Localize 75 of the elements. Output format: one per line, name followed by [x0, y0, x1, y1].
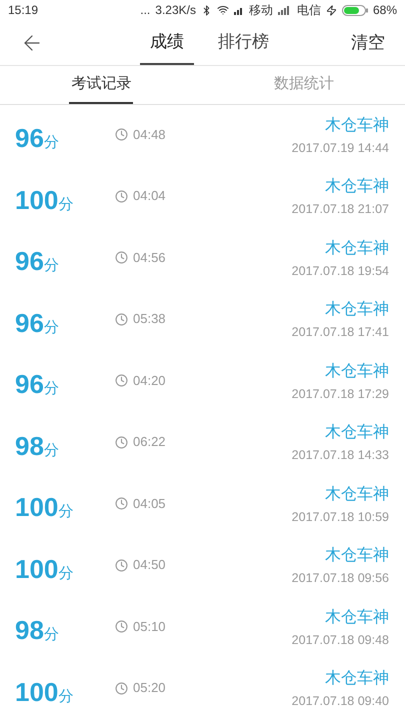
user-name: 木仓车神 — [325, 176, 389, 198]
exam-datetime: 2017.07.18 17:29 — [292, 386, 389, 403]
clock-icon — [115, 436, 128, 449]
clock-icon — [115, 128, 128, 142]
network-speed: 3.23K/s — [155, 2, 196, 20]
clock-icon — [115, 312, 128, 326]
signal-icon — [278, 6, 292, 15]
clock-icon — [115, 682, 128, 695]
clock-icon — [115, 620, 128, 634]
score: 96 — [15, 306, 44, 340]
user-name: 木仓车神 — [325, 668, 389, 690]
battery-percent: 68% — [372, 2, 397, 20]
score: 96 — [15, 122, 44, 156]
duration: 04:04 — [133, 187, 166, 206]
user-name: 木仓车神 — [325, 546, 389, 566]
score-unit: 分 — [58, 502, 74, 522]
duration: 05:38 — [133, 310, 166, 328]
score-unit: 分 — [44, 256, 59, 276]
exam-datetime: 2017.07.18 14:33 — [292, 447, 389, 464]
score-unit: 分 — [44, 318, 59, 338]
score: 96 — [15, 368, 44, 402]
score: 100 — [15, 184, 58, 217]
clock-icon — [115, 497, 128, 510]
score-unit: 分 — [58, 686, 74, 707]
score: 98 — [15, 614, 44, 648]
duration: 04:50 — [133, 556, 166, 574]
user-name: 木仓车神 — [325, 300, 389, 320]
exam-datetime: 2017.07.18 09:48 — [292, 632, 389, 649]
sub-tab[interactable]: 考试记录 — [69, 66, 134, 104]
clock-icon — [115, 374, 128, 388]
score-unit: 分 — [44, 440, 59, 461]
charging-icon — [326, 4, 337, 16]
score: 100 — [15, 552, 58, 586]
bluetooth-icon — [200, 4, 212, 16]
user-name: 木仓车神 — [325, 238, 389, 259]
exam-datetime: 2017.07.18 17:41 — [292, 324, 389, 342]
carrier-name: 移动 — [248, 2, 273, 20]
score: 96 — [15, 245, 44, 278]
user-name: 木仓车神 — [325, 422, 389, 444]
clock-icon — [115, 558, 128, 572]
exam-datetime: 2017.07.18 09:56 — [292, 570, 389, 588]
battery-icon — [342, 4, 368, 16]
duration: 05:10 — [133, 618, 166, 636]
duration: 06:22 — [133, 433, 166, 452]
duration: 04:05 — [133, 494, 166, 513]
carrier-name: 电信 — [296, 2, 321, 20]
nav-tab[interactable]: 成绩 — [140, 20, 194, 66]
exam-datetime: 2017.07.19 14:44 — [292, 140, 389, 157]
score: 100 — [15, 676, 58, 709]
exam-datetime: 2017.07.18 09:40 — [292, 693, 389, 710]
clear-button[interactable]: 清空 — [351, 20, 385, 66]
score-unit: 分 — [44, 625, 59, 646]
score: 100 — [15, 491, 58, 524]
exam-datetime: 2017.07.18 21:07 — [292, 201, 389, 218]
exam-datetime: 2017.07.18 10:59 — [292, 508, 389, 526]
user-name: 木仓车神 — [325, 484, 389, 505]
user-name: 木仓车神 — [325, 362, 389, 382]
duration: 04:56 — [133, 248, 166, 267]
nav-tab[interactable]: 排行榜 — [208, 20, 279, 66]
user-name: 木仓车神 — [325, 608, 389, 628]
status-time: 15:19 — [8, 2, 38, 20]
score: 98 — [15, 430, 44, 463]
clock-icon — [115, 190, 128, 203]
status-dots: ... — [140, 2, 150, 20]
signal-icon — [234, 6, 244, 15]
user-name: 木仓车神 — [325, 116, 389, 136]
duration: 05:20 — [133, 679, 166, 698]
exam-datetime: 2017.07.18 19:54 — [292, 262, 389, 280]
clock-icon — [115, 251, 128, 264]
duration: 04:20 — [133, 372, 166, 390]
duration: 04:48 — [133, 126, 166, 144]
score-unit: 分 — [44, 133, 59, 154]
score-unit: 分 — [44, 379, 59, 400]
score-unit: 分 — [58, 194, 74, 215]
score-unit: 分 — [58, 564, 74, 584]
